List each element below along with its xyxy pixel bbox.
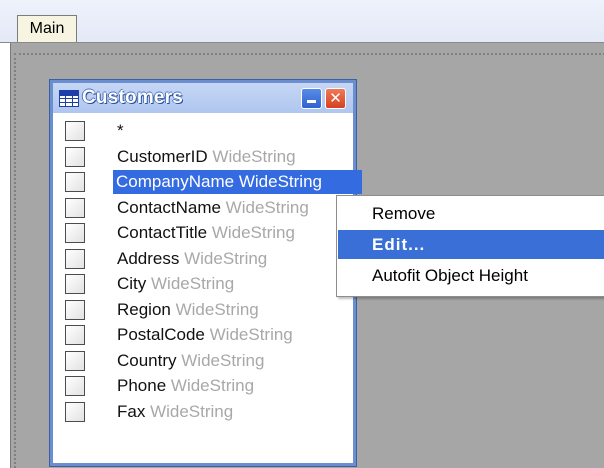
field-label: CustomerID WideString <box>117 145 296 169</box>
field-type: WideString <box>225 197 309 217</box>
context-menu: Remove Edit... Autofit Object Height <box>336 195 604 297</box>
context-menu-item[interactable]: Remove <box>338 199 604 228</box>
field-checkbox[interactable] <box>65 350 85 371</box>
context-menu-item[interactable]: Edit... <box>338 230 604 259</box>
field-label: City WideString <box>117 272 234 296</box>
field-name: CompanyName <box>116 172 235 191</box>
field-type: WideString <box>150 401 234 421</box>
field-checkbox[interactable] <box>65 172 85 192</box>
field-row[interactable]: Country WideString <box>53 349 353 373</box>
field-label: Country WideString <box>117 349 264 373</box>
field-label: Phone WideString <box>117 374 254 398</box>
field-checkbox[interactable] <box>65 376 85 396</box>
field-name: ContactName <box>117 197 221 217</box>
field-checkbox[interactable] <box>65 274 85 294</box>
field-type: WideString <box>238 172 322 191</box>
field-name: Address <box>117 248 180 268</box>
field-label: ContactName WideString <box>117 196 309 220</box>
field-row[interactable]: ContactTitle WideString <box>53 221 353 245</box>
field-name: City <box>117 274 147 293</box>
field-type: WideString <box>212 146 296 166</box>
field-checkbox[interactable] <box>65 121 85 141</box>
field-label: PostalCode WideString <box>117 323 293 347</box>
field-type: WideString <box>151 274 235 293</box>
field-checkbox[interactable] <box>65 197 85 218</box>
table-title-bar[interactable]: Customers ✕ <box>53 83 353 113</box>
field-name: Region <box>117 299 171 319</box>
table-grid-icon <box>59 89 79 107</box>
field-label: Fax WideString <box>117 400 233 424</box>
minimize-icon[interactable] <box>301 88 322 109</box>
field-type: WideString <box>209 325 293 344</box>
field-label: CompanyName WideString <box>113 170 362 194</box>
tab-main[interactable]: Main <box>17 15 77 42</box>
field-name: * <box>117 121 124 140</box>
field-list: * CustomerID WideString CompanyName WideSt… <box>53 115 362 463</box>
field-name: ContactTitle <box>117 223 208 242</box>
field-row[interactable]: Phone WideString <box>53 374 353 398</box>
field-row[interactable]: Region WideString <box>53 298 353 322</box>
field-row[interactable]: CustomerID WideString <box>53 145 353 169</box>
field-type: WideString <box>175 299 259 319</box>
field-type: WideString <box>184 248 268 268</box>
field-checkbox[interactable] <box>65 401 85 422</box>
field-label: * <box>117 119 124 143</box>
close-icon[interactable]: ✕ <box>325 88 346 109</box>
field-type: WideString <box>211 223 295 242</box>
canvas-guide-vertical <box>14 53 16 468</box>
field-row[interactable]: Fax WideString <box>53 400 353 424</box>
field-checkbox[interactable] <box>65 325 85 345</box>
canvas-guide-horizontal <box>14 53 604 55</box>
field-label: ContactTitle WideString <box>117 221 295 245</box>
field-name: PostalCode <box>117 325 205 344</box>
field-label: Region WideString <box>117 298 259 322</box>
tab-strip: Main <box>0 0 604 43</box>
field-row[interactable]: ContactName WideString <box>53 196 353 220</box>
field-label: Address WideString <box>117 247 267 271</box>
field-name: Phone <box>117 376 167 395</box>
field-checkbox[interactable] <box>65 299 85 320</box>
table-object-customers[interactable]: Customers ✕ * CustomerID WideString Compan… <box>50 80 362 466</box>
field-row[interactable]: Address WideString <box>53 247 353 271</box>
field-name: Country <box>117 350 177 370</box>
table-title: Customers <box>82 87 184 108</box>
field-checkbox[interactable] <box>65 146 85 167</box>
field-row[interactable]: PostalCode WideString <box>53 323 353 347</box>
field-row[interactable]: City WideString <box>53 272 353 296</box>
field-row[interactable]: CompanyName WideString <box>53 170 362 194</box>
field-checkbox[interactable] <box>65 223 85 243</box>
context-menu-item[interactable]: Autofit Object Height <box>338 261 604 290</box>
field-name: CustomerID <box>117 146 208 166</box>
field-row[interactable]: * <box>53 119 353 143</box>
field-name: Fax <box>117 401 146 421</box>
field-checkbox[interactable] <box>65 248 85 269</box>
field-type: WideString <box>170 376 255 395</box>
field-type: WideString <box>181 350 265 370</box>
